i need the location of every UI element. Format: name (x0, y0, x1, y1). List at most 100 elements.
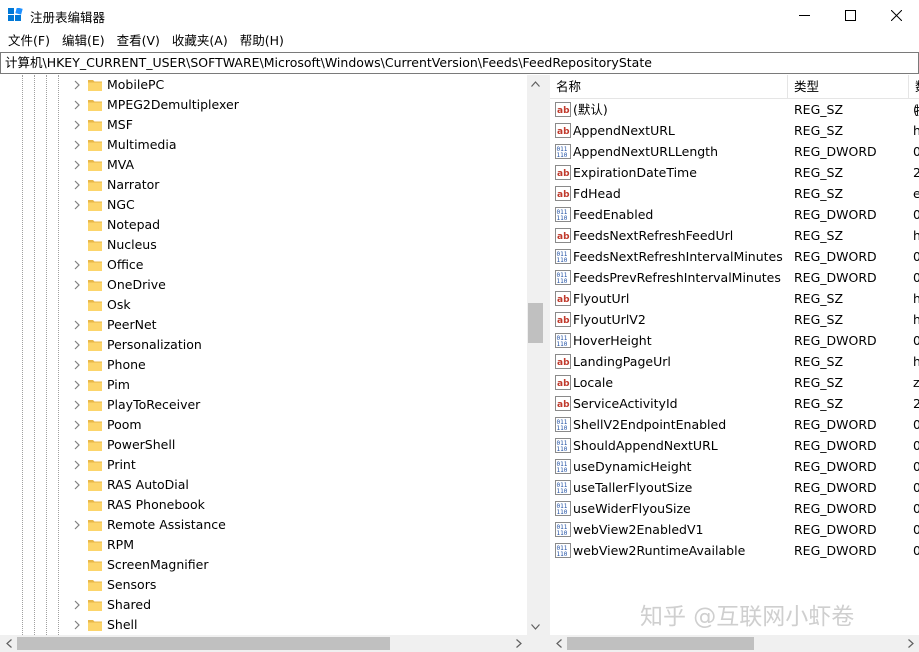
tree-item[interactable]: OneDrive (0, 275, 527, 295)
column-header-name[interactable]: 名称 (550, 75, 788, 99)
tree-item[interactable]: RAS Phonebook (0, 495, 527, 515)
menu-favorites[interactable]: 收藏夹(A) (166, 30, 234, 52)
value-row[interactable]: ab FdHead REG_SZ e (550, 183, 919, 204)
scroll-thumb[interactable] (17, 637, 390, 650)
chevron-right-icon[interactable] (72, 140, 82, 150)
value-row[interactable]: 011 110 HoverHeight REG_DWORD 0 (550, 330, 919, 351)
chevron-right-icon[interactable] (72, 340, 82, 350)
tree-item[interactable]: PowerShell (0, 435, 527, 455)
scroll-down-button[interactable] (527, 618, 543, 635)
chevron-right-icon[interactable] (72, 160, 82, 170)
value-row[interactable]: 011 110 AppendNextURLLength REG_DWORD 0 (550, 141, 919, 162)
value-row[interactable]: 011 110 ShellV2EndpointEnabled REG_DWORD 0 (550, 414, 919, 435)
value-row[interactable]: 011 110 ShouldAppendNextURL REG_DWORD 0 (550, 435, 919, 456)
value-row[interactable]: 011 110 useWiderFlyouSize REG_DWORD 0 (550, 498, 919, 519)
tree-item[interactable]: Pim (0, 375, 527, 395)
tree-item[interactable]: Osk (0, 295, 527, 315)
value-row[interactable]: ab LandingPageUrl REG_SZ h (550, 351, 919, 372)
tree-item[interactable]: RAS AutoDial (0, 475, 527, 495)
binary-value-icon: 011110 (555, 522, 571, 537)
tree-item[interactable]: Print (0, 455, 527, 475)
chevron-right-icon[interactable] (72, 380, 82, 390)
scroll-up-button[interactable] (527, 75, 543, 92)
menu-help[interactable]: 帮助(H) (234, 30, 290, 52)
tree-item[interactable]: Remote Assistance (0, 515, 527, 535)
value-row[interactable]: ab Locale REG_SZ z (550, 372, 919, 393)
tree-item[interactable]: MobilePC (0, 75, 527, 95)
scroll-left-button[interactable] (550, 635, 567, 652)
value-row[interactable]: ab FlyoutUrlV2 REG_SZ h (550, 309, 919, 330)
tree-item[interactable]: Nucleus (0, 235, 527, 255)
column-header-type[interactable]: 类型 (788, 75, 909, 99)
chevron-right-icon[interactable] (72, 480, 82, 490)
chevron-right-icon[interactable] (72, 200, 82, 210)
tree-item[interactable]: ScreenMagnifier (0, 555, 527, 575)
tree-item[interactable]: Sensors (0, 575, 527, 595)
chevron-right-icon[interactable] (72, 260, 82, 270)
tree-item[interactable]: Poom (0, 415, 527, 435)
value-row[interactable]: 011 110 FeedsNextRefreshIntervalMinutes REG… (550, 246, 919, 267)
tree-item[interactable]: Shell (0, 615, 527, 635)
tree-item[interactable]: Multimedia (0, 135, 527, 155)
tree-item[interactable]: Office (0, 255, 527, 275)
chevron-right-icon[interactable] (72, 600, 82, 610)
tree-item[interactable]: Phone (0, 355, 527, 375)
maximize-button[interactable] (827, 0, 873, 30)
value-row[interactable]: ab AppendNextURL REG_SZ h (550, 120, 919, 141)
chevron-right-icon[interactable] (72, 320, 82, 330)
chevron-right-icon[interactable] (72, 620, 82, 630)
tree-item[interactable]: MSF (0, 115, 527, 135)
tree-horizontal-scrollbar[interactable] (0, 635, 527, 652)
close-button[interactable] (873, 0, 919, 30)
value-row[interactable]: ab FeedsNextRefreshFeedUrl REG_SZ h (550, 225, 919, 246)
menu-file[interactable]: 文件(F) (2, 30, 56, 52)
tree-item[interactable]: RPM (0, 535, 527, 555)
menu-view[interactable]: 查看(V) (111, 30, 166, 52)
value-row[interactable]: 011 110 webView2EnabledV1 REG_DWORD 0 (550, 519, 919, 540)
chevron-right-icon[interactable] (72, 460, 82, 470)
tree-item[interactable]: Notepad (0, 215, 527, 235)
value-row[interactable]: 011 110 useTallerFlyoutSize REG_DWORD 0 (550, 477, 919, 498)
value-row[interactable]: 011 110 useDynamicHeight REG_DWORD 0 (550, 456, 919, 477)
scroll-thumb[interactable] (567, 637, 754, 650)
chevron-right-icon[interactable] (72, 420, 82, 430)
tree-item[interactable]: NGC (0, 195, 527, 215)
minimize-button[interactable] (781, 0, 827, 30)
scroll-left-button[interactable] (0, 635, 17, 652)
value-row[interactable]: ab FlyoutUrl REG_SZ h (550, 288, 919, 309)
chevron-right-icon[interactable] (72, 520, 82, 530)
tree-vertical-scrollbar[interactable] (527, 75, 543, 635)
value-data: e (913, 186, 919, 201)
chevron-right-icon[interactable] (72, 100, 82, 110)
address-bar[interactable]: 计算机\HKEY_CURRENT_USER\SOFTWARE\Microsoft… (0, 52, 919, 74)
chevron-right-icon[interactable] (72, 120, 82, 130)
chevron-right-icon[interactable] (72, 360, 82, 370)
tree-item[interactable]: PlayToReceiver (0, 395, 527, 415)
scroll-thumb[interactable] (528, 303, 543, 343)
chevron-right-icon[interactable] (72, 280, 82, 290)
value-data: z (913, 375, 919, 390)
value-row[interactable]: 011 110 FeedEnabled REG_DWORD 0 (550, 204, 919, 225)
tree-item[interactable]: MVA (0, 155, 527, 175)
value-name: FeedsNextRefreshFeedUrl (573, 228, 734, 243)
value-row[interactable]: ab (默认) REG_SZ ( (550, 99, 919, 120)
tree-item[interactable]: Narrator (0, 175, 527, 195)
chevron-right-icon[interactable] (72, 400, 82, 410)
list-horizontal-scrollbar[interactable] (550, 635, 919, 652)
menu-edit[interactable]: 编辑(E) (56, 30, 111, 52)
value-row[interactable]: ab ServiceActivityId REG_SZ 2 (550, 393, 919, 414)
tree-item[interactable]: MPEG2Demultiplexer (0, 95, 527, 115)
string-value-icon: ab (555, 228, 571, 243)
tree-item[interactable]: Shared (0, 595, 527, 615)
tree-item[interactable]: Personalization (0, 335, 527, 355)
chevron-right-icon[interactable] (72, 440, 82, 450)
scroll-right-button[interactable] (510, 635, 527, 652)
tree-item[interactable]: PeerNet (0, 315, 527, 335)
scroll-right-button[interactable] (902, 635, 919, 652)
column-header-data[interactable]: 数据 (909, 75, 919, 118)
value-row[interactable]: ab ExpirationDateTime REG_SZ 2 (550, 162, 919, 183)
value-row[interactable]: 011 110 webView2RuntimeAvailable REG_DWORD 0 (550, 540, 919, 561)
value-row[interactable]: 011 110 FeedsPrevRefreshIntervalMinutes REG… (550, 267, 919, 288)
chevron-right-icon[interactable] (72, 80, 82, 90)
chevron-right-icon[interactable] (72, 180, 82, 190)
